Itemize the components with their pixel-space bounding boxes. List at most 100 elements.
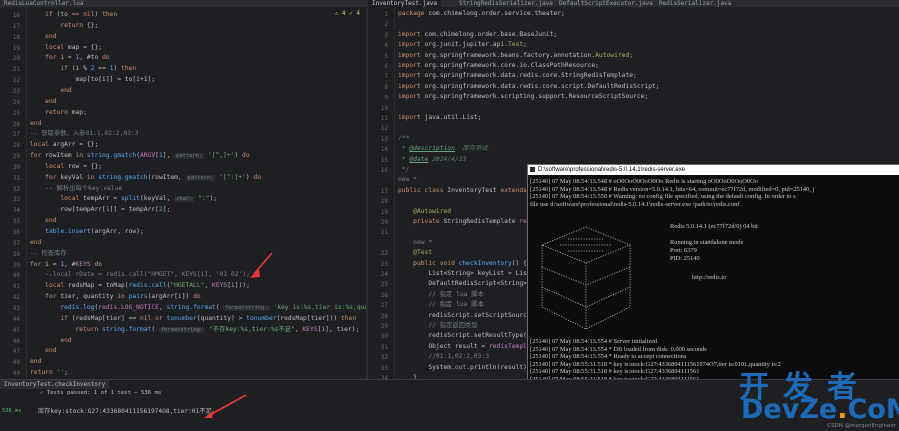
csdn-credit: CSDN @morganEngineer bbox=[827, 423, 896, 429]
code-line[interactable]: List<String> keyList = List.of( bbox=[398, 269, 546, 279]
code-line[interactable]: /** bbox=[398, 134, 409, 144]
line-number: 23 bbox=[380, 260, 388, 268]
code-line[interactable]: -- 解析出每个key:value bbox=[30, 184, 122, 194]
console-title-bar[interactable]: D:\software\professional\redis-5.0.14.1\… bbox=[528, 165, 899, 175]
code-line[interactable]: for keyVal in string.gmatch(rowItem, pat… bbox=[30, 173, 261, 183]
code-line[interactable]: */ bbox=[398, 165, 410, 175]
line-number: 21 bbox=[380, 229, 388, 237]
line-number: 36 bbox=[12, 229, 20, 236]
line-number: 17 bbox=[12, 22, 20, 30]
code-line[interactable]: import org.springframework.core.io.Class… bbox=[398, 61, 599, 71]
log-line: [25140] 07 May 08:54:13.554 # Server ini… bbox=[530, 338, 658, 345]
code-line[interactable]: import org.springframework.beans.factory… bbox=[398, 51, 633, 61]
code-line[interactable]: if (i % 2 == 1) then bbox=[30, 64, 136, 74]
line-number: 49 bbox=[12, 370, 20, 378]
line-number: 27 bbox=[380, 302, 388, 310]
code-line[interactable]: return map; bbox=[30, 108, 87, 118]
line-number: 29 bbox=[380, 323, 388, 330]
line-number: 31 bbox=[380, 343, 388, 351]
line-number: 26 bbox=[380, 291, 388, 299]
line-number: 40 bbox=[12, 272, 20, 280]
line-number: 22 bbox=[12, 77, 20, 85]
code-line[interactable]: @Autowired bbox=[398, 207, 451, 217]
line-number: 43 bbox=[12, 304, 20, 312]
code-line[interactable]: local argArr = {}; bbox=[30, 140, 98, 150]
code-line[interactable]: if (redsMap[tier] == nil or tonumber(qua… bbox=[30, 314, 356, 324]
line-number: 27 bbox=[12, 131, 20, 139]
code-line[interactable]: import org.springframework.scripting.sup… bbox=[398, 92, 648, 102]
code-line[interactable]: return ''; bbox=[30, 368, 68, 378]
code-line[interactable]: import com.chimelong.order.base.BaseJuni… bbox=[398, 30, 557, 40]
code-line[interactable]: import java.util.List; bbox=[398, 113, 481, 123]
code-line[interactable]: import org.springframework.data.redis.co… bbox=[398, 82, 660, 92]
code-line[interactable]: return {}; bbox=[30, 21, 98, 31]
code-line[interactable]: end bbox=[30, 32, 56, 42]
code-line[interactable]: // 指定 lua 脚本 bbox=[398, 300, 484, 310]
code-line[interactable]: end bbox=[30, 86, 71, 96]
lua-editor[interactable]: ⚠ 4 ✓ 4 16 if (to == nil) then 17 return … bbox=[0, 7, 366, 379]
code-line[interactable]: return string.format( formatstring: "不存k… bbox=[30, 325, 359, 335]
code-line[interactable]: local tempArr = split(keyVal, char: ":")… bbox=[30, 194, 217, 204]
code-line[interactable]: end bbox=[30, 346, 56, 356]
code-line[interactable]: import org.junit.jupiter.api.Test; bbox=[398, 40, 527, 50]
code-line[interactable]: public void checkInventory() { bbox=[398, 259, 527, 269]
code-line[interactable]: map[to[i]] = to[i+1]; bbox=[30, 75, 155, 85]
watermark-en: DevZe.CoM bbox=[741, 394, 899, 425]
code-line[interactable]: redisScript.setScriptSource(new bbox=[398, 311, 546, 321]
code-line[interactable]: // 指定 lua 脚本 bbox=[398, 290, 484, 300]
test-tree[interactable]: 536 ms bbox=[0, 400, 30, 431]
line-number: 11 bbox=[380, 115, 388, 122]
line-number: 19 bbox=[12, 44, 20, 52]
code-line[interactable]: -- 获取参数，入参01:1,02:2,03:3 bbox=[30, 129, 139, 139]
code-line[interactable]: Object result = redisTemplate. bbox=[398, 342, 542, 352]
line-number: 32 bbox=[380, 354, 388, 362]
redis-ascii-logo bbox=[540, 226, 632, 330]
code-line[interactable]: * @description 库存测试 bbox=[398, 144, 488, 154]
line-number: 19 bbox=[380, 208, 388, 216]
line-number: 25 bbox=[12, 109, 20, 117]
code-line[interactable]: @Test bbox=[398, 248, 432, 258]
code-line[interactable]: package com.chimelong.order.service.thea… bbox=[398, 9, 565, 19]
code-line[interactable]: end bbox=[30, 119, 41, 129]
code-line[interactable]: for rowItem in string.gmatch(ARGV[1], pa… bbox=[30, 151, 250, 161]
code-line[interactable]: table.insert(argArr, row); bbox=[30, 227, 144, 237]
code-line[interactable]: local map = {}; bbox=[30, 43, 102, 53]
code-line[interactable]: local redsMap = toMap(redis.call("HGETAL… bbox=[30, 281, 250, 291]
code-line[interactable]: for i = 1, #KEYS do bbox=[30, 260, 102, 270]
code-line[interactable]: -- 检查库存 bbox=[30, 249, 67, 259]
code-line[interactable]: System.out.println(result); bbox=[398, 363, 530, 373]
code-line[interactable]: import org.springframework.data.redis.co… bbox=[398, 71, 637, 81]
tab-redis-serializer[interactable]: RedisSerializer.java bbox=[655, 0, 735, 7]
code-line[interactable]: for i = 1, #to do bbox=[30, 53, 109, 63]
code-line[interactable]: * @date 2024/4/23 bbox=[398, 155, 466, 165]
line-number: 18 bbox=[12, 33, 20, 41]
code-line[interactable]: new * bbox=[398, 175, 417, 185]
line-number: 31 bbox=[12, 174, 20, 182]
tab-default-script-executor[interactable]: DefaultScriptExecutor.java bbox=[555, 0, 657, 7]
code-line[interactable]: for tier, quantity in pairs(argArr[i]) d… bbox=[30, 292, 201, 302]
code-line[interactable]: --local rDate = redis.call("HMGET", KEYS… bbox=[30, 270, 250, 280]
code-line[interactable]: end bbox=[30, 238, 41, 248]
code-line[interactable]: local row = {}; bbox=[30, 162, 102, 172]
code-line[interactable]: end bbox=[30, 357, 41, 367]
annotation-arrow-output bbox=[204, 394, 247, 418]
tab-redis-lua[interactable]: RedisLuaController.lua bbox=[0, 0, 87, 7]
code-line[interactable]: redis.log(redis.LOG_NOTICE, string.forma… bbox=[30, 303, 366, 313]
run-config-tab[interactable]: InventoryTest.checkInventory bbox=[0, 380, 110, 389]
inspection-warnings[interactable]: ⚠ 4 ✓ 4 bbox=[335, 10, 360, 17]
code-line[interactable]: new * bbox=[398, 238, 432, 248]
line-number: 44 bbox=[12, 315, 20, 323]
tab-inventory-test[interactable]: InventoryTest.java bbox=[368, 0, 442, 7]
tab-string-redis-serializer[interactable]: StringRedisSerializer.java bbox=[455, 0, 557, 7]
code-line[interactable]: //01:1,02:2,03:3 bbox=[398, 352, 489, 362]
line-number: 14 bbox=[380, 146, 388, 154]
redis-port: Port: 6379 bbox=[670, 247, 697, 254]
code-line[interactable]: row[tempArr[1]] = tempArr[2]; bbox=[30, 205, 170, 215]
code-line[interactable]: end bbox=[30, 97, 56, 107]
code-line[interactable]: end bbox=[30, 336, 71, 346]
code-line[interactable]: // 指定返回类型 bbox=[398, 321, 477, 331]
code-line[interactable]: if (to == nil) then bbox=[30, 10, 117, 20]
test-duration[interactable]: 536 ms bbox=[2, 408, 21, 414]
log-line: [25140] 07 May 08:54:13.548 # Redis vers… bbox=[530, 185, 815, 193]
code-line[interactable]: end bbox=[30, 216, 56, 226]
